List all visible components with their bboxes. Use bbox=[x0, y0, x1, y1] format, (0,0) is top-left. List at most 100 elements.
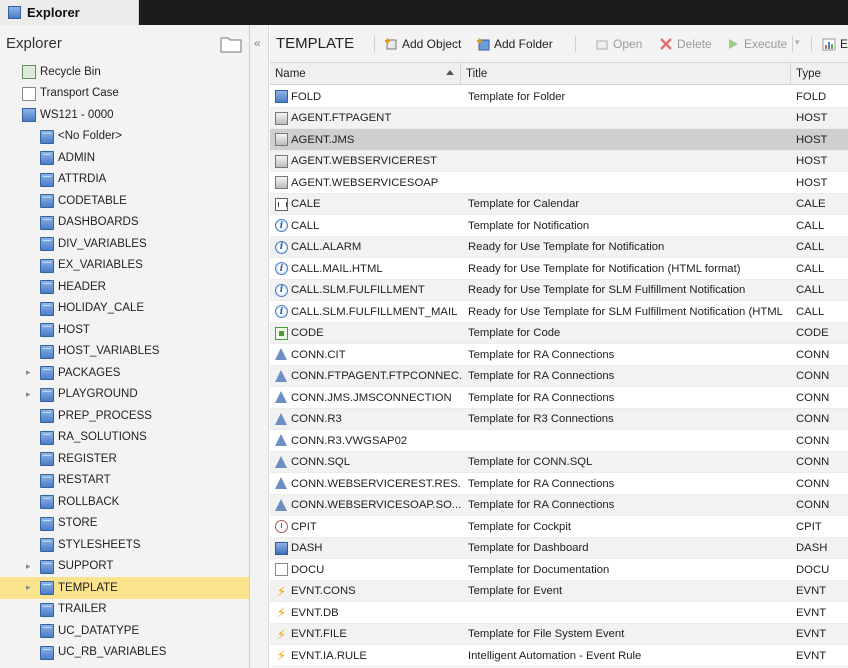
cell-type: EVNT bbox=[796, 649, 827, 662]
expand-arrow-icon[interactable]: ▸ bbox=[26, 582, 36, 593]
cell-name: CONN.R3.VWGSAP02 bbox=[291, 434, 408, 447]
table-row[interactable]: CPIT Template for Cockpit CPIT bbox=[270, 516, 848, 538]
tree-item-label: REGISTER bbox=[58, 452, 117, 465]
table-row[interactable]: ⚡ EVNT.FILE Template for File System Event… bbox=[270, 623, 848, 645]
column-header-name[interactable]: Name bbox=[270, 63, 461, 85]
table-row[interactable]: CONN.WEBSERVICESOAP.SO... Template for RA… bbox=[270, 494, 848, 516]
tree-item[interactable]: STYLESHEETS bbox=[0, 534, 249, 556]
tree-item[interactable]: DIV_VARIABLES bbox=[0, 233, 249, 255]
table-row[interactable]: i CALL.SLM.FULFILLMENT_MAIL Ready for Use … bbox=[270, 301, 848, 323]
tree-item[interactable]: HOLIDAY_CALE bbox=[0, 298, 249, 320]
table-row[interactable]: DOCU Template for Documentation DOCU bbox=[270, 559, 848, 581]
folder-icon bbox=[40, 452, 54, 466]
expand-arrow-icon[interactable]: ▸ bbox=[26, 389, 36, 400]
tree-item[interactable]: WS121 - 0000 bbox=[0, 104, 249, 126]
table-row[interactable]: FOLD Template for Folder FOLD bbox=[270, 86, 848, 108]
cell-name: CPIT bbox=[291, 520, 317, 533]
tree-item[interactable]: ATTRDIA bbox=[0, 169, 249, 191]
table-row[interactable]: CONN.R3.VWGSAP02 CONN bbox=[270, 430, 848, 452]
table-row[interactable]: CONN.SQL Template for CONN.SQL CONN bbox=[270, 451, 848, 473]
tree-item[interactable]: RESTART bbox=[0, 470, 249, 492]
new-folder-icon[interactable] bbox=[220, 35, 242, 53]
toolbar-separator bbox=[811, 36, 812, 52]
notification-icon: i bbox=[275, 240, 288, 254]
export-button[interactable]: Ex bbox=[822, 36, 848, 52]
tree-item[interactable]: Recycle Bin bbox=[0, 61, 249, 83]
add-folder-icon bbox=[477, 38, 490, 51]
table-row[interactable]: AGENT.JMS HOST bbox=[270, 129, 848, 151]
cell-name: CONN.R3 bbox=[291, 413, 342, 425]
tree-item[interactable]: RA_SOLUTIONS bbox=[0, 427, 249, 449]
tree-item[interactable]: Transport Case bbox=[0, 83, 249, 105]
tree-item[interactable]: PREP_PROCESS bbox=[0, 405, 249, 427]
folder-icon bbox=[40, 301, 54, 316]
panel-splitter[interactable] bbox=[250, 25, 269, 668]
cell-name: CODE bbox=[291, 327, 324, 339]
add-folder-button[interactable]: Add Folder bbox=[476, 36, 553, 52]
open-button[interactable]: Open bbox=[595, 36, 642, 52]
table-row[interactable]: AGENT.FTPAGENT HOST bbox=[270, 107, 848, 129]
expand-arrow-icon[interactable]: ▸ bbox=[26, 367, 36, 378]
tree-item[interactable]: REGISTER bbox=[0, 448, 249, 470]
cell-name: EVNT.FILE bbox=[291, 628, 347, 640]
table-row[interactable]: CONN.WEBSERVICEREST.RES... Template for R… bbox=[270, 473, 848, 495]
tree-item[interactable]: STORE bbox=[0, 513, 249, 535]
collapse-panel-icon[interactable]: « bbox=[254, 36, 261, 50]
folder-icon bbox=[40, 538, 54, 552]
tree-item[interactable]: HEADER bbox=[0, 276, 249, 298]
tree-item[interactable]: ▸ PLAYGROUND bbox=[0, 384, 249, 406]
table-row[interactable]: AGENT.WEBSERVICEREST HOST bbox=[270, 150, 848, 172]
cell-title: Template for Dashboard bbox=[468, 542, 589, 554]
column-header-type[interactable]: Type bbox=[791, 63, 848, 85]
tree-item-label: ROLLBACK bbox=[58, 495, 120, 508]
cell-type: CONN bbox=[796, 370, 830, 382]
toolbar-separator bbox=[575, 36, 576, 52]
tree-item[interactable]: ROLLBACK bbox=[0, 491, 249, 513]
delete-icon bbox=[660, 38, 672, 50]
table-row[interactable]: AGENT.WEBSERVICESOAP HOST bbox=[270, 172, 848, 194]
table-row[interactable]: CALE Template for Calendar CALE bbox=[270, 193, 848, 215]
table-row[interactable]: CONN.JMS.JMSCONNECTION Template for RA Co… bbox=[270, 387, 848, 409]
table-row[interactable]: CODE Template for Code CODE bbox=[270, 322, 848, 344]
table-row[interactable]: ⚡ EVNT.IA.RULE Intelligent Automation - Ev… bbox=[270, 645, 848, 667]
table-row[interactable]: CONN.R3 Template for R3 Connections CONN bbox=[270, 408, 848, 430]
table-row[interactable]: i CALL Template for Notification CALL bbox=[270, 215, 848, 237]
tree-item[interactable]: DASHBOARDS bbox=[0, 212, 249, 234]
tree-item[interactable]: ▸ SUPPORT bbox=[0, 556, 249, 578]
tree-item[interactable]: UC_DATATYPE bbox=[0, 620, 249, 642]
table-row[interactable]: i CALL.ALARM Ready for Use Template for No… bbox=[270, 236, 848, 258]
table-row[interactable]: i CALL.MAIL.HTML Ready for Use Template fo… bbox=[270, 258, 848, 280]
table-row[interactable]: i CALL.SLM.FULFILLMENT Ready for Use Templ… bbox=[270, 279, 848, 301]
table-row[interactable]: CONN.FTPAGENT.FTPCONNEC... Template for R… bbox=[270, 365, 848, 387]
tree-item[interactable]: UC_RB_VARIABLES bbox=[0, 642, 249, 664]
expand-arrow-icon[interactable]: ▸ bbox=[26, 561, 36, 572]
tree-item-label: PREP_PROCESS bbox=[58, 409, 152, 422]
tree-item[interactable]: ADMIN bbox=[0, 147, 249, 169]
tree-item[interactable]: HOST_VARIABLES bbox=[0, 341, 249, 363]
tree-item[interactable]: <No Folder> bbox=[0, 126, 249, 148]
export-label: Ex bbox=[840, 37, 848, 51]
explorer-tab[interactable]: Explorer bbox=[0, 0, 139, 25]
tree-item-label: ATTRDIA bbox=[58, 173, 107, 186]
add-object-button[interactable]: Add Object bbox=[384, 36, 461, 52]
table-row[interactable]: CONN.CIT Template for RA Connections CONN bbox=[270, 344, 848, 366]
tree-item[interactable]: HOST bbox=[0, 319, 249, 341]
cell-type: CALL bbox=[796, 241, 825, 253]
client-icon bbox=[22, 108, 36, 122]
tree-item[interactable]: ▸ TEMPLATE bbox=[0, 577, 249, 599]
column-header-title[interactable]: Title bbox=[461, 63, 791, 85]
cell-title bbox=[468, 172, 786, 193]
tree-item[interactable]: TRAILER bbox=[0, 599, 249, 621]
folder-icon bbox=[40, 602, 54, 617]
tree-item[interactable]: CODETABLE bbox=[0, 190, 249, 212]
table-row[interactable]: DASH Template for Dashboard DASH bbox=[270, 537, 848, 559]
tree-item[interactable]: EX_VARIABLES bbox=[0, 255, 249, 277]
delete-button[interactable]: Delete bbox=[659, 36, 712, 52]
execute-button[interactable]: Execute bbox=[726, 36, 787, 52]
cell-name: EVNT.IA.RULE bbox=[291, 649, 367, 662]
folder-icon bbox=[40, 280, 54, 294]
table-row[interactable]: ⚡ EVNT.CONS Template for Event EVNT bbox=[270, 580, 848, 602]
execute-dropdown-icon[interactable]: ▾ bbox=[795, 37, 800, 48]
table-row[interactable]: ⚡ EVNT.DB EVNT bbox=[270, 602, 848, 624]
tree-item[interactable]: ▸ PACKAGES bbox=[0, 362, 249, 384]
